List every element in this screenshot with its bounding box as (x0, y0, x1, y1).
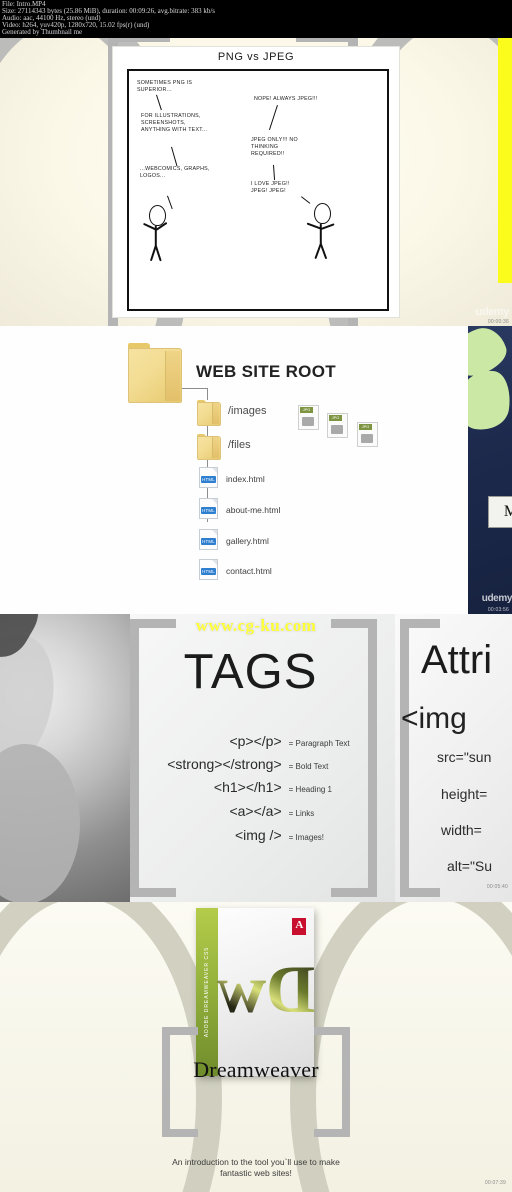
thumbnail-tags-slide[interactable]: TAGS <p></p> = Paragraph Text <strong></… (130, 614, 395, 902)
folder-icon-files (197, 434, 221, 460)
tag-code: <p></p> (229, 733, 282, 749)
box-face: A Dw (217, 908, 316, 1076)
jpg-file-icon-1: JPG (298, 405, 319, 430)
tree-connector (207, 388, 208, 400)
jpg-file-icon-2: JPG (327, 413, 348, 438)
slide-title: Attri (421, 638, 493, 682)
udemy-logo: udemy (481, 593, 512, 604)
thumbnail-timestamp: 00:03:56 (487, 607, 509, 613)
frame-bar-top-left (108, 38, 170, 42)
thumbnail-contact-sheet: File: Intro.MP4 Size: 27114343 bytes (25… (0, 0, 512, 1192)
pointer-line (300, 195, 311, 204)
thumbnail-web-site-root[interactable]: WEB SITE ROOT /images /files JPG JPG JPG… (0, 326, 468, 614)
yellow-edge-bar (498, 38, 512, 283)
attribute-tag: <img (401, 702, 467, 735)
thumbnail-row-3: TAGS <p></p> = Paragraph Text <strong></… (0, 614, 512, 902)
thumbnail-timestamp: 00:05:40 (486, 884, 508, 890)
comic-panel: SOMETIMES PNG IS SUPERIOR... FOR ILLUSTR… (126, 68, 389, 312)
tag-row: <a></a> = Links (130, 803, 385, 819)
tag-row: <h1></h1> = Heading 1 (130, 779, 385, 795)
tag-row: <p></p> = Paragraph Text (130, 733, 385, 749)
tree-label-about: about-me.html (226, 505, 281, 515)
attribute-line-height: height= (441, 786, 488, 802)
thumbnail-dreamweaver-slide[interactable]: ADOBE DREAMWEAVER CS5 A Dw Dreamweaver A… (0, 902, 512, 1192)
jpg-file-icon-3: JPG (357, 422, 378, 447)
pointer-line (272, 164, 276, 180)
dreamweaver-box-art: ADOBE DREAMWEAVER CS5 A Dw (196, 908, 316, 1076)
tag-desc: = Images! (288, 833, 324, 842)
tag-code: <h1></h1> (213, 779, 282, 795)
thumbnail-timestamp: 00:07:39 (484, 1180, 506, 1186)
frame-bar-top-right (296, 38, 358, 42)
pointer-line (268, 104, 279, 130)
comic-caption-right-1: NOPE! ALWAYS JPEG!!! (253, 95, 318, 102)
thumbnail-timestamp: 00:00:36 (487, 319, 509, 325)
frame-bar-top-right (314, 1027, 350, 1035)
slide-title: WEB SITE ROOT (196, 362, 336, 381)
pointer-line (155, 94, 163, 110)
thumbnail-row-4: ADOBE DREAMWEAVER CS5 A Dw Dreamweaver A… (0, 902, 512, 1192)
attribute-line-alt: alt="Su (447, 858, 493, 874)
tag-desc: = Bold Text (288, 762, 329, 771)
attribute-line-src: src="sun (437, 749, 492, 765)
tag-code: <a></a> (229, 803, 282, 819)
dreamweaver-logo-letters: Dw (217, 950, 316, 1027)
thumbnail-png-vs-jpeg[interactable]: PNG vs JPEG SOMETIMES PNG IS SUPERIOR...… (0, 38, 512, 326)
thumbnail-bw-photo[interactable] (0, 614, 130, 902)
tree-label-index: index.html (226, 474, 265, 484)
site-watermark: www.cg-ku.com (195, 616, 317, 635)
tree-connector (182, 388, 207, 389)
frame-bar-bottom-right (314, 1129, 350, 1137)
thumbnail-attributes-slide[interactable]: Attri <img src="sun height= width= alt="… (395, 614, 512, 902)
html-file-icon-contact: HTML (199, 559, 218, 580)
comic-caption-right-3: I LOVE JPEG!! JPEG! JPEG! (250, 180, 290, 194)
comic-caption-right-2: JPEG ONLY!!! NO THINKING REQUIRED!! (250, 136, 298, 158)
adobe-logo: A (292, 918, 307, 936)
video-metadata-header: File: Intro.MP4 Size: 27114343 bytes (25… (0, 0, 512, 38)
comic-caption-left-2: FOR ILLUSTRATIONS, SCREENSHOTS, ANYTHING… (140, 112, 208, 134)
html-file-icon-gallery: HTML (199, 529, 218, 550)
comic-caption-left-1: SOMETIMES PNG IS SUPERIOR... (136, 79, 193, 93)
comic-sheet: PNG vs JPEG SOMETIMES PNG IS SUPERIOR...… (112, 46, 400, 318)
tag-desc: = Heading 1 (288, 785, 333, 794)
tag-desc: = Links (288, 809, 315, 818)
tree-label-files: /files (228, 439, 251, 451)
root-folder-icon (128, 343, 182, 403)
product-subtitle: An introduction to the tool you`ll use t… (172, 1157, 340, 1178)
attribute-line-width: width= (441, 822, 482, 838)
frame-bar-bottom-left (400, 888, 440, 897)
thumbnail-row-1: PNG vs JPEG SOMETIMES PNG IS SUPERIOR...… (0, 38, 512, 326)
tag-code: <strong></strong> (167, 756, 282, 772)
udemy-logo: udemy (475, 306, 510, 318)
tag-desc: = Paragraph Text (288, 739, 350, 748)
comic-title: PNG vs JPEG (217, 50, 295, 63)
tree-label-contact: contact.html (226, 566, 272, 576)
tag-code: <img /> (234, 827, 282, 843)
comic-caption-left-3: ...WEBCOMICS, GRAPHS, LOGOS... (139, 165, 210, 179)
frame-bar-left (400, 619, 409, 897)
thumbnail-row-2: WEB SITE ROOT /images /files JPG JPG JPG… (0, 326, 512, 614)
tree-label-images: /images (228, 405, 267, 417)
leaf-callout-box: M (488, 496, 512, 528)
thumbnail-leaf-photo[interactable]: M udemy 00:03:56 (468, 326, 512, 614)
html-file-icon-about: HTML (199, 498, 218, 519)
frame-bar-bottom-left (162, 1129, 198, 1137)
tree-label-gallery: gallery.html (226, 536, 269, 546)
thumbnail-grid: PNG vs JPEG SOMETIMES PNG IS SUPERIOR...… (0, 38, 512, 1192)
frame-bar-top-left (162, 1027, 198, 1035)
product-name: Dreamweaver (193, 1057, 319, 1082)
tag-row: <img /> = Images! (130, 827, 385, 843)
meta-generator: Generated by Thumbnail me (2, 28, 83, 37)
folder-icon-images (197, 400, 221, 426)
tag-row: <strong></strong> = Bold Text (130, 756, 385, 772)
pointer-line (166, 195, 173, 209)
html-file-icon-index: HTML (199, 467, 218, 488)
frame-bar-bottom-right (331, 888, 377, 897)
box-spine: ADOBE DREAMWEAVER CS5 (196, 908, 219, 1076)
slide-title: TAGS (183, 645, 318, 699)
frame-bar-bottom-left (130, 888, 176, 897)
pointer-line (170, 146, 178, 166)
